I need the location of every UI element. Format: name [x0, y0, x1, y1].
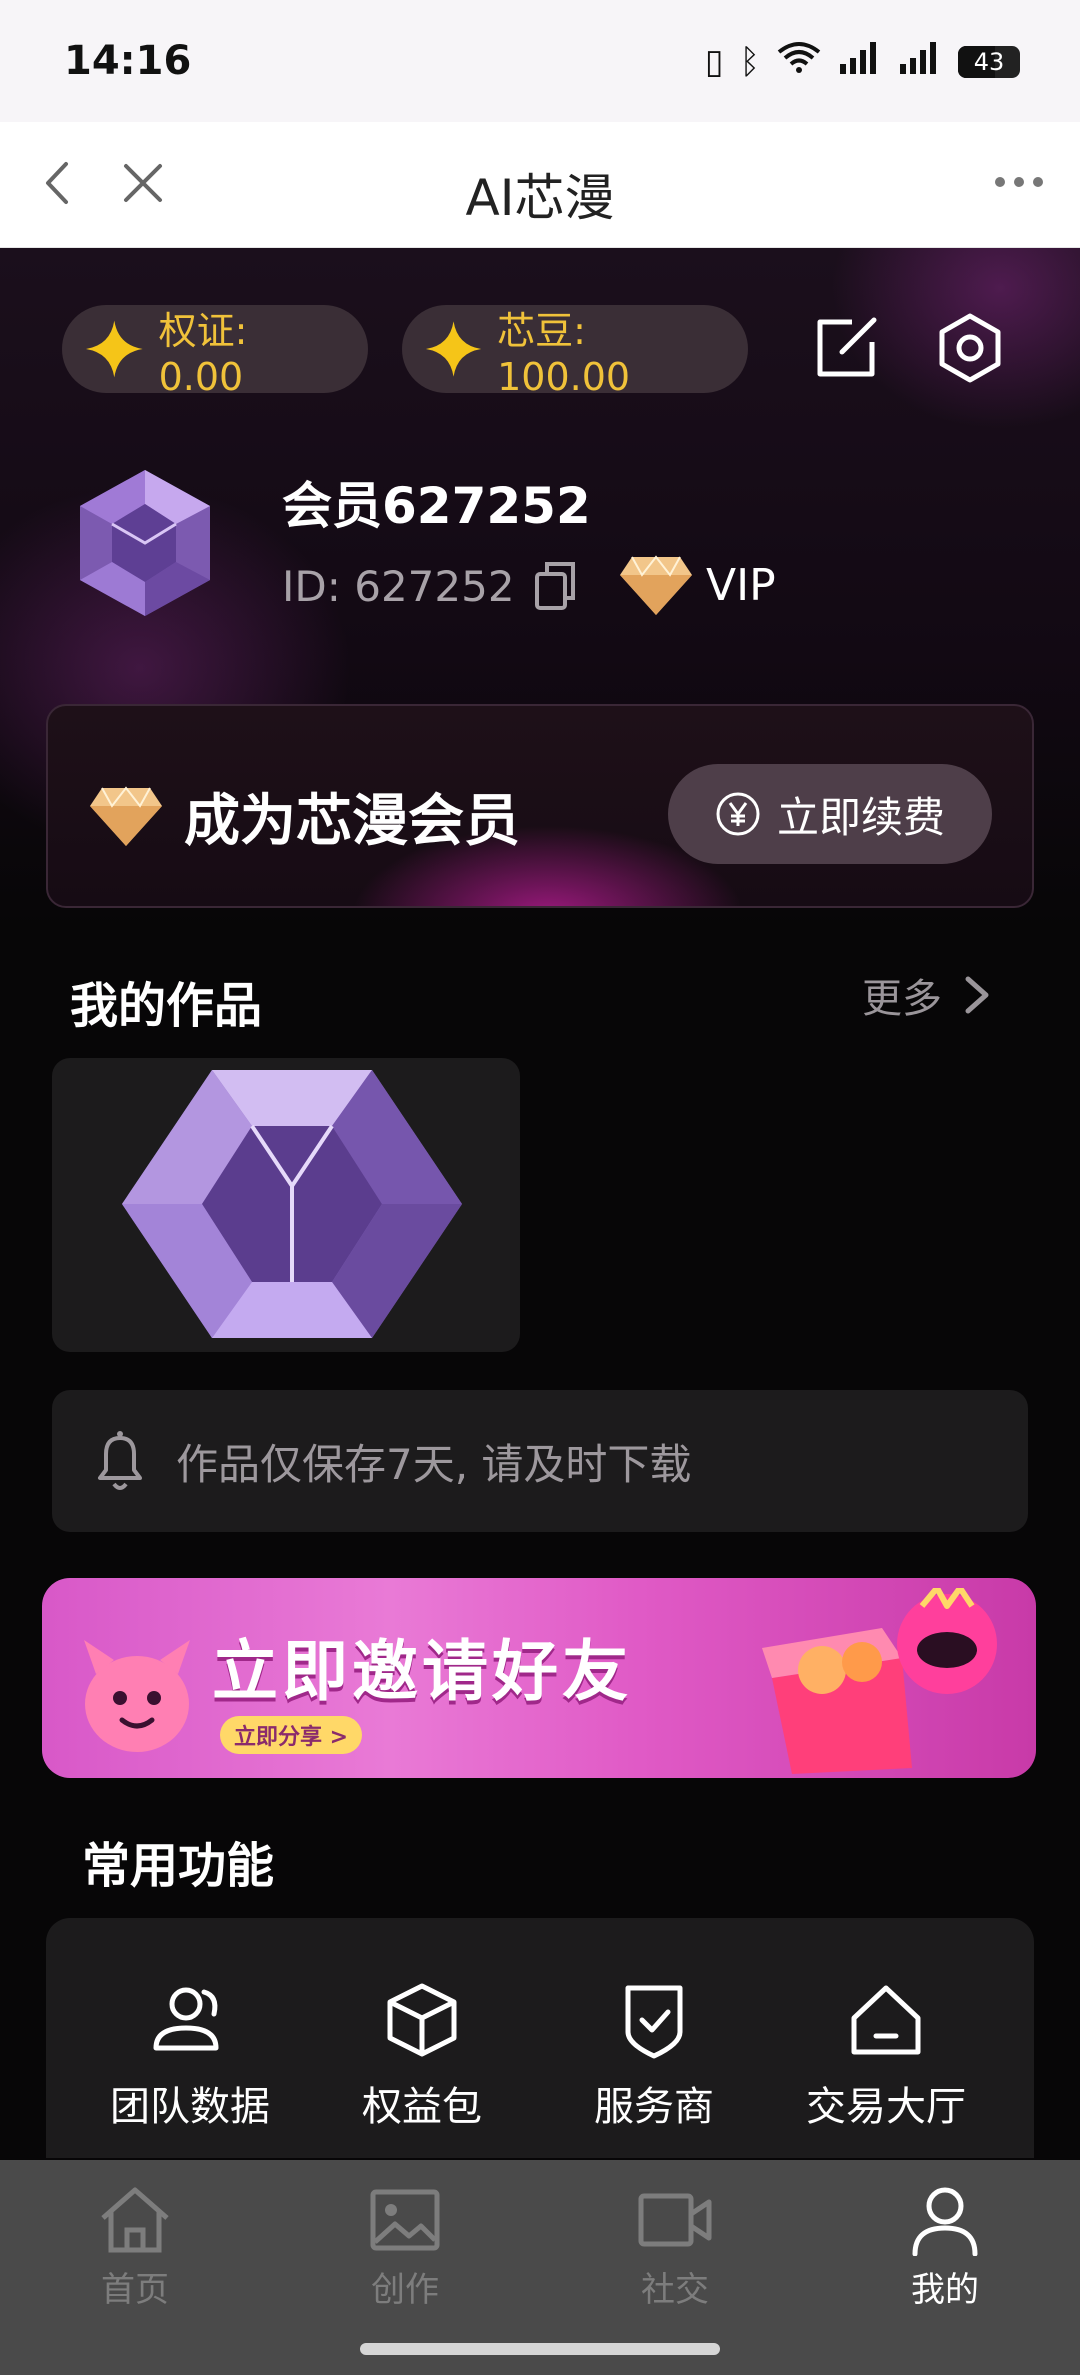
person-icon [912, 2187, 978, 2256]
home-indicator[interactable] [360, 2343, 720, 2355]
vibrate-icon: ▯ [704, 41, 724, 82]
chevron-right-icon [965, 976, 989, 1014]
tab-mine[interactable]: 我的 [865, 2184, 1025, 2311]
quanzheng-balance-pill[interactable]: 权证: 0.00 [62, 305, 368, 399]
mascot-icon [84, 1640, 190, 1752]
nav-bar: AI芯漫 [0, 122, 1080, 248]
avatar[interactable] [66, 464, 224, 622]
battery-level: 43 [973, 47, 1005, 76]
tab-label: 首页 [101, 2270, 169, 2310]
artwork-image [122, 1070, 462, 1338]
diamond-icon [90, 786, 162, 846]
diamond-icon [620, 555, 692, 615]
function-team-data[interactable]: 团队数据 [90, 1978, 290, 2132]
invite-banner[interactable]: 立即邀请好友 立即分享 > [42, 1578, 1036, 1778]
functions-card: 团队数据 权益包 服务商 交易大厅 [46, 1918, 1034, 2158]
tab-label: 创作 [371, 2270, 439, 2310]
user-id-row: ID: 627252 [282, 560, 581, 612]
notice-text: 作品仅保存7天, 请及时下载 [176, 1439, 692, 1489]
quanzheng-balance: 权证: 0.00 [158, 308, 248, 399]
edit-icon[interactable] [806, 308, 886, 388]
more-label: 更多 [862, 976, 942, 1022]
copy-icon[interactable] [533, 560, 581, 612]
my-works-title: 我的作品 [70, 978, 263, 1034]
xindou-balance-pill[interactable]: 芯豆: 100.00 [402, 305, 748, 399]
function-label: 权益包 [362, 2084, 482, 2130]
user-id: ID: 627252 [282, 561, 515, 611]
more-works-link[interactable]: 更多 [862, 966, 992, 1024]
battery-icon: 43 [958, 45, 1020, 78]
membership-label: 成为芯漫会员 [184, 789, 520, 854]
banner-headline: 立即邀请好友 [212, 1633, 632, 1710]
shield-check-icon [625, 1985, 683, 2059]
home-icon [101, 2187, 169, 2253]
bell-icon [98, 1431, 142, 1490]
image-icon [370, 2189, 440, 2251]
gift-basket-icon [762, 1588, 997, 1774]
share-button[interactable]: 立即分享 > [220, 1716, 363, 1754]
tab-label: 社交 [641, 2270, 709, 2310]
tab-create[interactable]: 创作 [325, 2184, 485, 2311]
function-service-provider[interactable]: 服务商 [554, 1978, 754, 2132]
status-time: 14:16 [64, 38, 192, 84]
tab-label: 我的 [911, 2270, 979, 2310]
sparkle-icon [425, 321, 482, 377]
function-label: 交易大厅 [806, 2084, 966, 2130]
storage-notice: 作品仅保存7天, 请及时下载 [52, 1390, 1028, 1532]
function-trading-hall[interactable]: 交易大厅 [786, 1978, 986, 2132]
tab-social[interactable]: 社交 [595, 2184, 755, 2311]
tab-home[interactable]: 首页 [55, 2184, 215, 2311]
wifi-icon [776, 40, 822, 83]
yen-icon [716, 792, 760, 836]
renew-button-label: 立即续费 [776, 792, 945, 842]
video-icon [638, 2193, 712, 2247]
function-label: 服务商 [594, 2084, 714, 2130]
house-icon [851, 1985, 921, 2055]
signal-icon [898, 40, 942, 83]
xindou-balance: 芯豆: 100.00 [497, 308, 631, 399]
sparkle-icon [85, 320, 143, 378]
work-thumbnail[interactable] [52, 1058, 520, 1352]
function-label: 团队数据 [110, 2084, 270, 2130]
status-bar: 14:16 ▯ ᛒ 43 [0, 0, 1080, 122]
function-benefits-package[interactable]: 权益包 [322, 1978, 522, 2132]
membership-card[interactable]: 成为芯漫会员 立即续费 [46, 704, 1034, 908]
package-icon [387, 1983, 457, 2057]
status-icons: ▯ ᛒ 43 [705, 40, 1020, 83]
vip-badge: VIP [618, 553, 776, 617]
vip-label: VIP [706, 559, 776, 611]
renew-button[interactable]: 立即续费 [668, 764, 992, 864]
page-title: AI芯漫 [465, 169, 615, 227]
common-functions-title: 常用功能 [82, 1838, 275, 1894]
signal-icon [838, 40, 882, 83]
settings-icon[interactable] [930, 308, 1010, 388]
bluetooth-icon: ᛒ [739, 41, 760, 82]
more-icon[interactable] [992, 162, 1046, 202]
username: 会员627252 [282, 477, 591, 535]
team-icon [153, 1987, 219, 2051]
